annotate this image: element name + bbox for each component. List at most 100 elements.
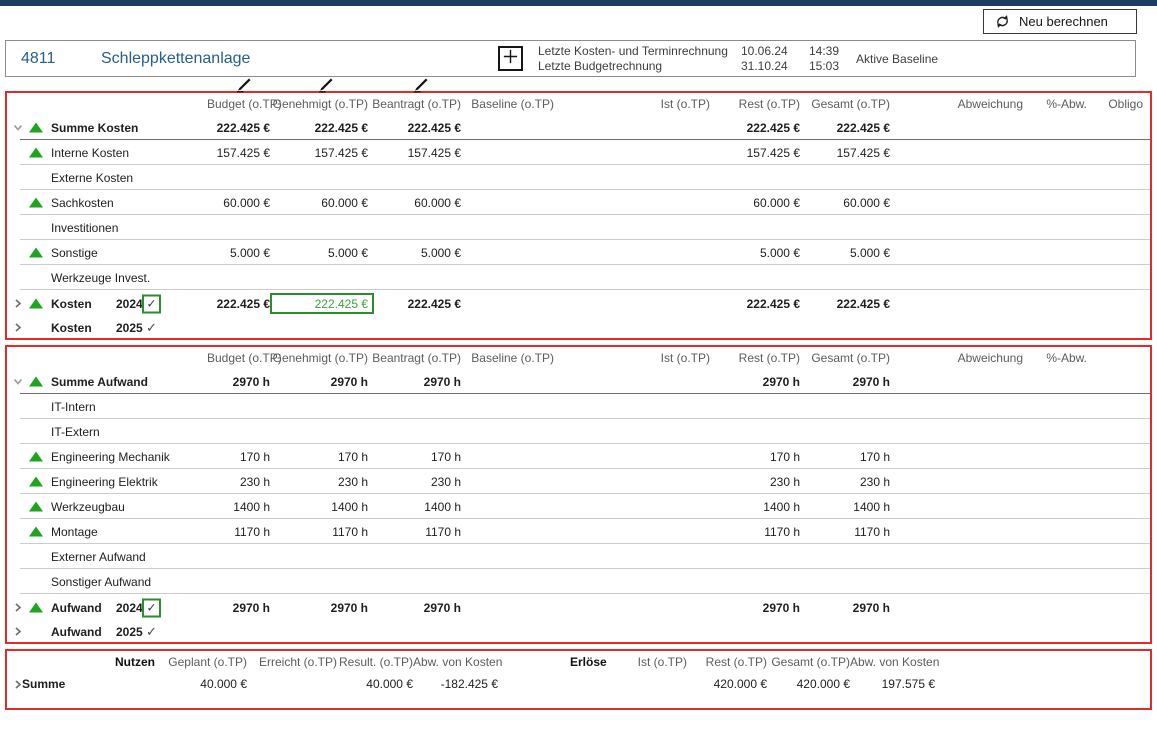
chevron-down-icon[interactable]	[11, 121, 24, 134]
rest-cell: 5.000 €	[710, 246, 800, 260]
chevron-right-icon[interactable]	[11, 297, 24, 310]
budget-cell: 157.425 €	[207, 146, 270, 160]
row-label-cell: Werkzeuge Invest.	[7, 265, 207, 290]
row-label: Kosten	[51, 321, 92, 335]
top-navy-bar	[0, 0, 1157, 6]
chevron-down-icon[interactable]	[11, 375, 24, 388]
gesamt-cell: 222.425 €	[800, 121, 890, 135]
column-header-ist: Ist (o.TP)	[635, 655, 687, 669]
genehmigt-cell: 222.425 €	[270, 121, 368, 135]
column-header-abw-von-kosten: Abw. von Kosten	[413, 655, 498, 669]
abw-von-kosten-2-cell: 197.575 €	[850, 677, 935, 691]
green-triangle-up-icon	[29, 147, 43, 157]
gesamt-cell: 170 h	[800, 450, 890, 464]
row-label: Sonstige	[51, 246, 98, 260]
gesamt-cell: 60.000 €	[800, 196, 890, 210]
row-label-cell: IT-Extern	[7, 419, 207, 444]
row-label-cell: Montage	[7, 519, 207, 544]
budget-cell: 60.000 €	[207, 196, 270, 210]
rest-cell: 420.000 €	[687, 677, 767, 691]
budget-cell: 170 h	[207, 450, 270, 464]
row-label: IT-Extern	[51, 425, 100, 439]
beantragt-cell: 222.425 €	[368, 297, 461, 311]
last-budget-calc-date: 31.10.24	[741, 59, 788, 74]
row-label: Werkzeuge Invest.	[51, 271, 150, 285]
year-checkbox[interactable]: ✓	[142, 294, 161, 313]
rest-cell: 1170 h	[710, 525, 800, 539]
green-triangle-up-icon	[29, 501, 43, 511]
gesamt-cell: 222.425 €	[800, 297, 890, 311]
year-checkmark-icon[interactable]: ✓	[146, 320, 157, 336]
rest-cell: 157.425 €	[710, 146, 800, 160]
year-checkbox[interactable]: ✓	[142, 598, 161, 617]
column-header-gesamt: Gesamt (o.TP)	[800, 351, 890, 365]
project-title: Schleppkettenanlage	[101, 50, 250, 68]
budget-cell: 1400 h	[207, 500, 270, 514]
row-label: Aufwand	[51, 601, 102, 615]
column-header-beantragt: Beantragt (o.TP)	[368, 351, 461, 365]
pen-icon[interactable]	[318, 78, 335, 93]
column-header-erloese: Erlöse	[498, 655, 635, 669]
genehmigt-cell: 2970 h	[270, 601, 368, 615]
column-header-abw-von-kosten-2: Abw. von Kosten	[850, 655, 935, 669]
genehmigt-value-input[interactable]: 222.425 €	[270, 293, 374, 314]
table-row: Kosten2025✓	[7, 317, 1150, 338]
genehmigt-cell: 5.000 €	[270, 246, 368, 260]
last-budget-calc-label: Letzte Budgetrechnung	[538, 59, 728, 74]
row-label: Summe Aufwand	[51, 375, 148, 389]
budget-cell: 2970 h	[207, 601, 270, 615]
calc-info-labels: Letzte Kosten- und Terminrechnung Letzte…	[538, 44, 728, 74]
table-row: Sonstige5.000 €5.000 €5.000 €5.000 €5.00…	[7, 240, 1150, 265]
table-row: Engineering Mechanik170 h170 h170 h170 h…	[7, 444, 1150, 469]
column-header-abweichung: Abweichung	[890, 351, 1023, 365]
table-row: Engineering Elektrik230 h230 h230 h230 h…	[7, 469, 1150, 494]
column-header-genehmigt: Genehmigt (o.TP)	[270, 97, 368, 111]
refresh-icon	[994, 14, 1011, 29]
row-label-cell: Sonstiger Aufwand	[7, 569, 207, 594]
column-header-ist: Ist (o.TP)	[554, 97, 710, 111]
chevron-right-icon[interactable]	[11, 601, 24, 614]
chevron-right-icon[interactable]	[11, 321, 24, 334]
pen-icon[interactable]	[413, 78, 430, 93]
year-label: 2025	[116, 625, 143, 639]
budget-cell: 5.000 €	[207, 246, 270, 260]
beantragt-cell: 157.425 €	[368, 146, 461, 160]
row-label: Summe Kosten	[51, 121, 138, 135]
table-row: Externer Aufwand	[7, 544, 1150, 569]
expand-details-button[interactable]	[498, 46, 523, 71]
rest-cell: 1400 h	[710, 500, 800, 514]
row-label-cell: IT-Intern	[7, 394, 207, 419]
rest-cell: 170 h	[710, 450, 800, 464]
table-row: Werkzeugbau1400 h1400 h1400 h1400 h1400 …	[7, 494, 1150, 519]
table-row: Montage1170 h1170 h1170 h1170 h1170 h	[7, 519, 1150, 544]
row-label-cell: Kosten2024✓	[7, 290, 207, 317]
recalculate-button[interactable]: Neu berechnen	[983, 9, 1137, 34]
genehmigt-cell: 170 h	[270, 450, 368, 464]
table-row: Sachkosten60.000 €60.000 €60.000 €60.000…	[7, 190, 1150, 215]
gesamt-cell: 1400 h	[800, 500, 890, 514]
chevron-right-icon[interactable]	[11, 625, 24, 638]
active-baseline-label: Aktive Baseline	[856, 52, 938, 66]
table-header-row: NutzenGeplant (o.TP)Erreicht (o.TP)Resul…	[7, 651, 1150, 672]
genehmigt-cell: 1170 h	[270, 525, 368, 539]
beantragt-cell: 1400 h	[368, 500, 461, 514]
column-header-baseline: Baseline (o.TP)	[461, 97, 554, 111]
row-label: Sachkosten	[51, 196, 114, 210]
row-label: Summe	[22, 677, 65, 691]
column-header-erreicht: Erreicht (o.TP)	[247, 655, 337, 669]
pen-icon[interactable]	[236, 78, 253, 93]
beantragt-cell: 1170 h	[368, 525, 461, 539]
column-header-ist: Ist (o.TP)	[554, 351, 710, 365]
genehmigt-cell: 230 h	[270, 475, 368, 489]
last-cost-calc-label: Letzte Kosten- und Terminrechnung	[538, 44, 728, 59]
column-header-abweichung: Abweichung	[890, 97, 1023, 111]
table-row: Kosten2024✓222.425 €222.425 €222.425 €22…	[7, 290, 1150, 317]
year-checkmark-icon[interactable]: ✓	[146, 624, 157, 640]
row-label: Interne Kosten	[51, 146, 129, 160]
gesamt-cell: 5.000 €	[800, 246, 890, 260]
genehmigt-cell: 157.425 €	[270, 146, 368, 160]
green-triangle-up-icon	[29, 197, 43, 207]
beantragt-cell: 170 h	[368, 450, 461, 464]
table-row: Externe Kosten	[7, 165, 1150, 190]
column-header-obligo: Obligo	[1087, 97, 1143, 111]
